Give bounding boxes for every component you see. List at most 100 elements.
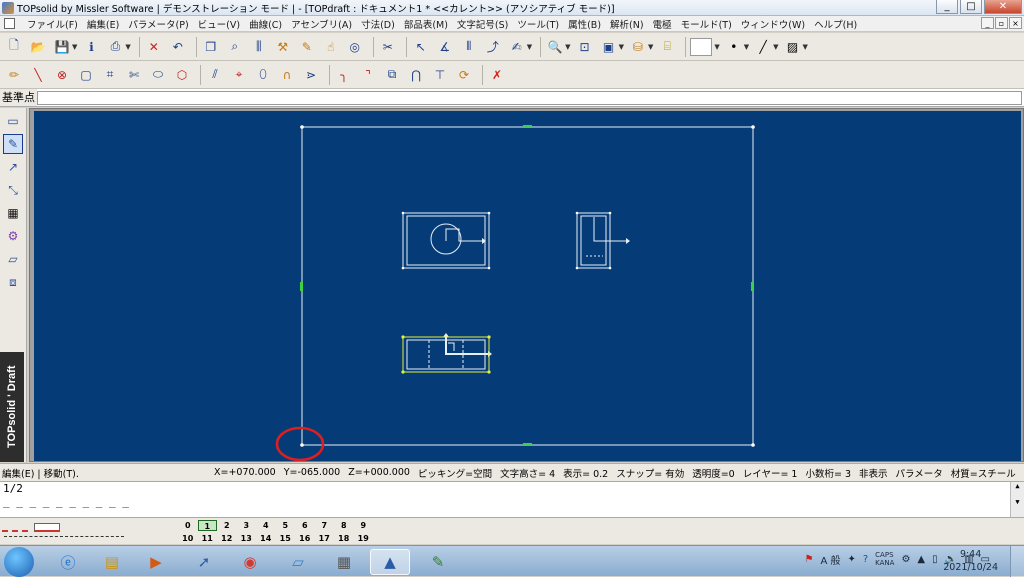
zoom-icon[interactable]: 🔍 <box>545 37 565 57</box>
mesh-icon[interactable]: ⚙ <box>3 226 23 246</box>
status-text-height[interactable]: 文字高さ= 4 <box>500 466 555 480</box>
close-button[interactable]: ✕ <box>984 0 1022 14</box>
line-style-dashdot[interactable] <box>2 523 28 532</box>
menu-help[interactable]: ヘルプ(H) <box>814 17 857 31</box>
ie-icon[interactable]: ⓔ <box>48 549 88 575</box>
arrow-icon[interactable]: ↗ <box>3 157 23 177</box>
layer-17[interactable]: 17 <box>315 533 335 544</box>
layer-9[interactable]: 9 <box>354 520 374 531</box>
orbit-icon[interactable]: ◎ <box>345 37 365 57</box>
open-icon[interactable]: 📂 <box>28 37 48 57</box>
rocket-icon[interactable]: ➚ <box>184 549 224 575</box>
print-icon[interactable]: ⎙ <box>105 37 125 57</box>
status-picking[interactable]: ピッキング=空間 <box>418 466 492 480</box>
calculator-icon[interactable]: ▦ <box>324 549 364 575</box>
line-dropdown-icon[interactable]: ▼ <box>773 43 778 51</box>
hammer-icon[interactable]: ⚒ <box>273 37 293 57</box>
angle-icon[interactable]: ∡ <box>435 37 455 57</box>
layer-11[interactable]: 11 <box>198 533 218 544</box>
explorer-icon[interactable]: ▤ <box>92 549 132 575</box>
chamfer-icon[interactable]: ⋗ <box>301 65 321 85</box>
cross-icon[interactable]: ✗ <box>487 65 507 85</box>
status-parameter[interactable]: パラメータ <box>896 466 943 480</box>
chrome-icon[interactable]: ◉ <box>230 549 270 575</box>
picture-dropdown-icon[interactable]: ▼ <box>619 43 624 51</box>
start-button[interactable] <box>4 547 34 577</box>
target-icon[interactable]: ⌖ <box>229 65 249 85</box>
cylinder-icon[interactable]: ⌸ <box>657 37 677 57</box>
layer-18[interactable]: 18 <box>334 533 354 544</box>
table-icon[interactable]: ▦ <box>3 203 23 223</box>
print-dropdown-icon[interactable]: ▼ <box>125 43 130 51</box>
view-dropdown-icon[interactable]: ▼ <box>648 43 653 51</box>
save-icon[interactable]: 💾 <box>52 37 72 57</box>
layer-15[interactable]: 15 <box>276 533 296 544</box>
line-icon[interactable]: ↖ <box>411 37 431 57</box>
status-material[interactable]: 材質=スチール <box>951 466 1016 480</box>
clock[interactable]: 9:44 2021/10/24 <box>943 548 998 574</box>
zoom-dropdown-icon[interactable]: ▼ <box>565 43 570 51</box>
signature-dropdown-icon[interactable]: ▼ <box>527 43 532 51</box>
layer-0[interactable]: 0 <box>178 520 198 531</box>
menu-parameter[interactable]: パラメータ(P) <box>128 17 188 31</box>
rectangle-icon[interactable]: ▢ <box>76 65 96 85</box>
pins-icon[interactable]: ⫴ <box>459 37 479 57</box>
layer-14[interactable]: 14 <box>256 533 276 544</box>
mdi-minimize-button[interactable]: _ <box>981 17 994 29</box>
status-snap[interactable]: スナップ= 有効 <box>616 466 684 480</box>
properties-icon[interactable]: ℹ <box>81 37 101 57</box>
device-icon[interactable]: ▯ <box>932 554 938 565</box>
trim-icon[interactable]: ⊤ <box>430 65 450 85</box>
arc-icon[interactable]: ∩ <box>277 65 297 85</box>
hatch-icon[interactable]: ▨ <box>783 37 803 57</box>
layer-8[interactable]: 8 <box>334 520 354 531</box>
undo-icon[interactable]: ↶ <box>168 37 188 57</box>
mdi-restore-button[interactable]: ▫ <box>995 17 1008 29</box>
stack-icon[interactable]: ⧈ <box>3 272 23 292</box>
ime-indicator[interactable]: A 般 <box>820 552 840 567</box>
signature-icon[interactable]: ✍ <box>507 37 527 57</box>
document-icon[interactable] <box>4 18 15 29</box>
circle-x-icon[interactable]: ⊗ <box>52 65 72 85</box>
layer-3[interactable]: 3 <box>237 520 257 531</box>
parallel-icon[interactable]: ⫽ <box>205 65 225 85</box>
search-icon[interactable]: ⌕ <box>225 37 245 57</box>
view-icon[interactable]: ⛁ <box>628 37 648 57</box>
cursor-icon[interactable]: ☝ <box>321 37 341 57</box>
mdi-close-button[interactable]: × <box>1009 17 1022 29</box>
command-input[interactable] <box>37 90 1022 105</box>
status-transparency[interactable]: 透明度=0 <box>692 466 735 480</box>
menu-mold[interactable]: モールド(T) <box>681 17 732 31</box>
menu-dimension[interactable]: 寸法(D) <box>361 17 395 31</box>
notes-icon[interactable]: ▱ <box>278 549 318 575</box>
flag-icon[interactable]: ⚑ <box>804 554 813 565</box>
menu-curve[interactable]: 曲線(C) <box>249 17 282 31</box>
corner-icon[interactable]: ⌝ <box>358 65 378 85</box>
menu-attribute[interactable]: 属性(B) <box>568 17 601 31</box>
sheet-icon[interactable]: ▱ <box>3 249 23 269</box>
cut-icon[interactable]: ✄ <box>124 65 144 85</box>
output-scrollbar[interactable]: ▲ ▼ <box>1010 482 1024 518</box>
delete-icon[interactable]: ✕ <box>144 37 164 57</box>
bridge-icon[interactable]: ⋂ <box>406 65 426 85</box>
layer-16[interactable]: 16 <box>295 533 315 544</box>
menu-text[interactable]: 文字記号(S) <box>457 17 508 31</box>
point-style-icon[interactable]: • <box>724 37 744 57</box>
menu-file[interactable]: ファイル(F) <box>27 17 78 31</box>
layer-19[interactable]: 19 <box>354 533 374 544</box>
tray-expand-icon[interactable]: ▲ <box>917 554 925 565</box>
polygon-icon[interactable]: ⬡ <box>172 65 192 85</box>
layer-12[interactable]: 12 <box>217 533 237 544</box>
copy-icon[interactable]: ❐ <box>201 37 221 57</box>
slot-icon[interactable]: ⬯ <box>253 65 273 85</box>
offset-icon[interactable]: ⧉ <box>382 65 402 85</box>
menu-assembly[interactable]: アセンブリ(A) <box>291 17 352 31</box>
window-icon[interactable]: ▭ <box>3 111 23 131</box>
line-draw-icon[interactable]: ╲ <box>28 65 48 85</box>
ellipse-icon[interactable]: ⬭ <box>148 65 168 85</box>
ime-tools-icon[interactable]: ✦ <box>847 554 855 565</box>
new-icon[interactable]: 🗋 <box>4 37 24 57</box>
fillet-icon[interactable]: ╮ <box>334 65 354 85</box>
layer-2[interactable]: 2 <box>217 520 237 531</box>
menu-electrode[interactable]: 電極 <box>653 17 672 31</box>
